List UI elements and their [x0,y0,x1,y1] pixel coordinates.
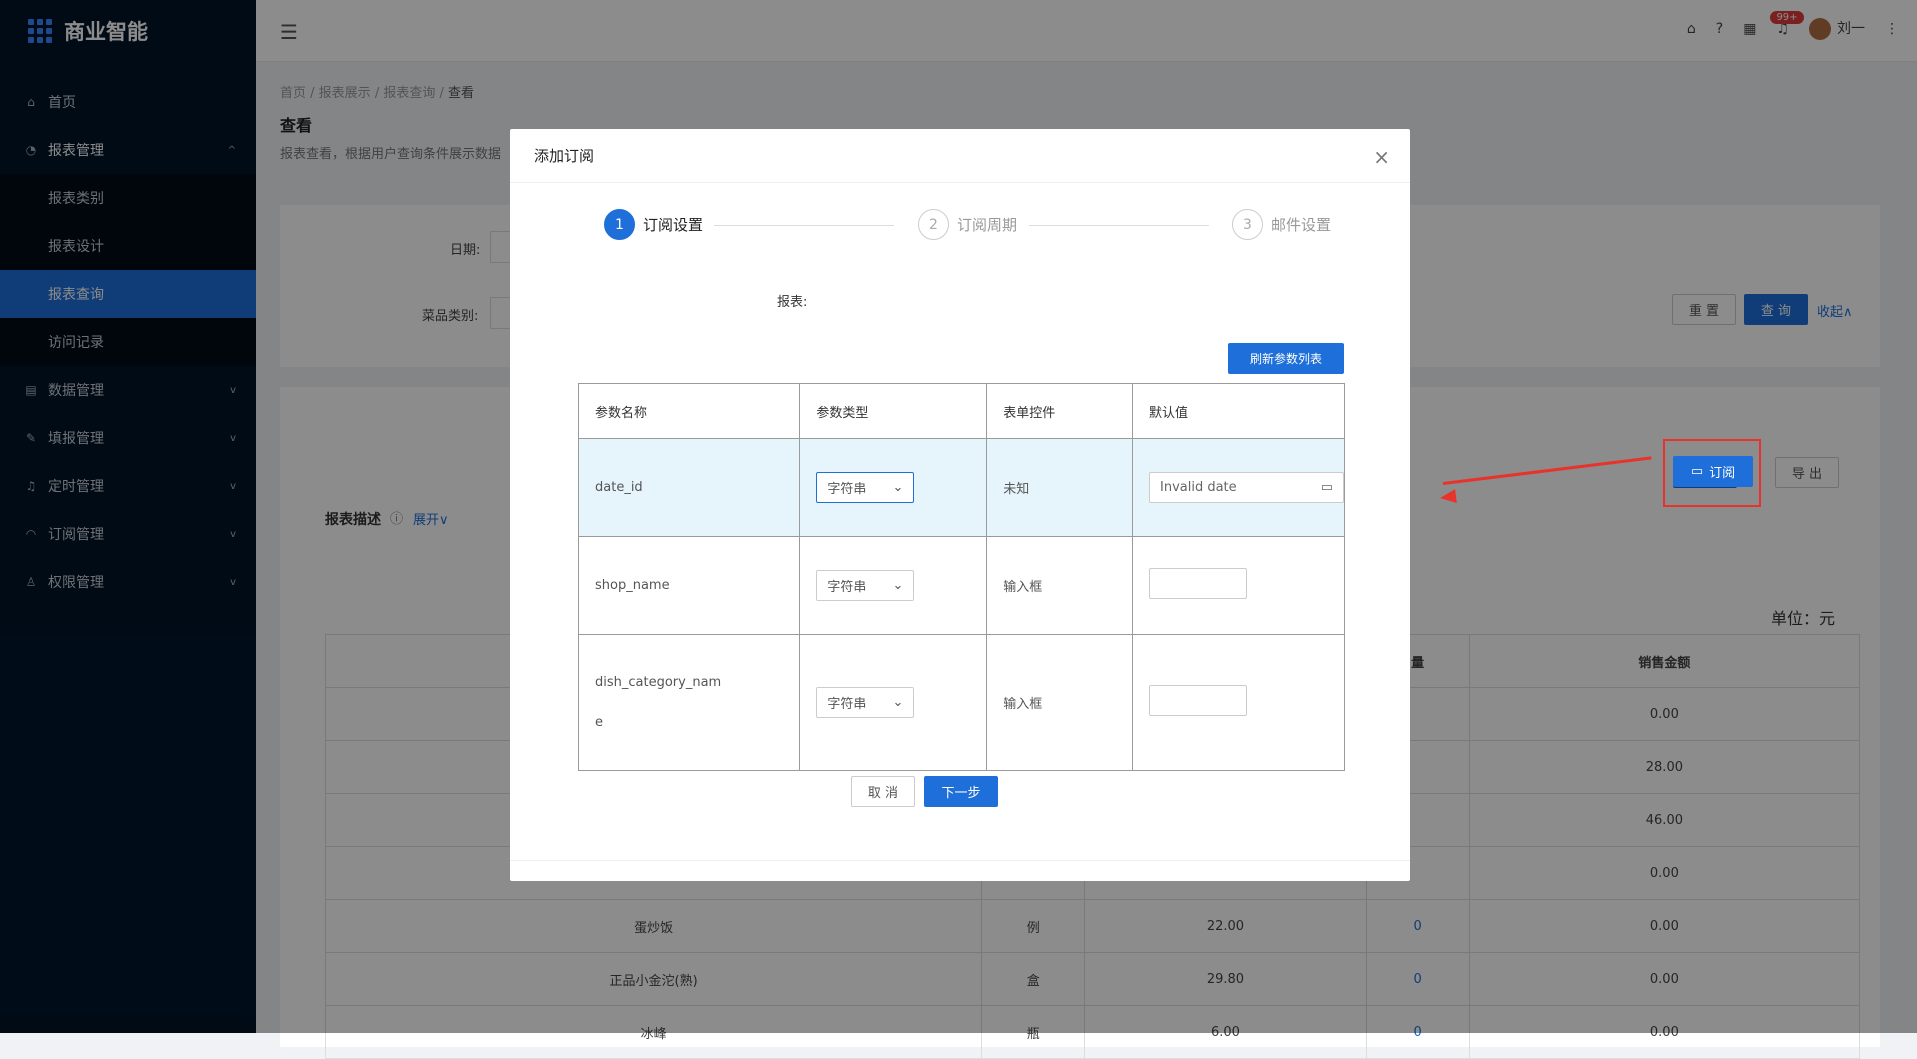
param-table-wrapper: 参数名称 参数类型 表单控件 默认值 date_id 字符串 ⌄ 未知 Inval… [578,383,1345,771]
subscribe-button-highlighted[interactable]: ▭ 订阅 [1673,456,1753,487]
step-subscription-period: 2 订阅周期 [918,209,1017,240]
param-table: 参数名称 参数类型 表单控件 默认值 date_id 字符串 ⌄ 未知 Inval… [578,383,1345,771]
calendar-icon: ▭ [1320,480,1333,495]
chevron-down-icon: ⌄ [892,480,904,495]
chevron-down-icon: ⌄ [892,578,904,593]
default-value-input[interactable] [1149,685,1247,716]
param-type-select[interactable]: 字符串 ⌄ [816,472,915,503]
param-control: 输入框 [986,634,1133,771]
param-type-select[interactable]: 字符串 ⌄ [816,687,915,718]
modal-header: 添加订阅 × [510,129,1410,183]
param-header-row: 参数名称 参数类型 表单控件 默认值 [578,383,1345,439]
param-type-cell: 字符串 ⌄ [799,438,988,537]
default-date-picker[interactable]: Invalid date ▭ [1149,472,1344,503]
default-value-input[interactable] [1149,568,1247,599]
add-subscription-modal: 添加订阅 × 1 订阅设置 2 订阅周期 3 邮件设置 报表: 刷新参数列表 参… [510,129,1410,881]
refresh-params-button[interactable]: 刷新参数列表 [1228,343,1344,374]
param-type-cell: 字符串 ⌄ [799,634,988,771]
close-icon[interactable]: × [1373,145,1390,169]
step-divider [1029,225,1209,226]
param-row: shop_name 字符串 ⌄ 输入框 [578,536,1345,635]
param-default-cell [1132,536,1345,635]
calendar-icon: ▭ [1690,464,1704,479]
param-default-cell [1132,634,1345,771]
step-email-settings: 3 邮件设置 [1232,209,1331,240]
column-header: 参数名称 [578,383,801,439]
step-subscription-settings: 1 订阅设置 [604,209,703,240]
step-label: 邮件设置 [1271,216,1332,234]
column-header: 默认值 [1132,383,1345,439]
modal-title: 添加订阅 [534,147,595,165]
step-label: 订阅设置 [643,216,704,234]
param-type-cell: 字符串 ⌄ [799,536,988,635]
param-default-cell: Invalid date ▭ [1132,438,1345,537]
step-number: 2 [918,209,949,240]
param-type-select[interactable]: 字符串 ⌄ [816,570,915,601]
param-control: 未知 [986,438,1133,537]
next-step-button[interactable]: 下一步 [924,776,998,807]
column-header: 参数类型 [799,383,988,439]
param-row: date_id 字符串 ⌄ 未知 Invalid date ▭ [578,438,1345,537]
step-label: 订阅周期 [957,216,1018,234]
step-divider [714,225,894,226]
param-row: dish_category_nam e 字符串 ⌄ 输入框 [578,634,1345,771]
param-name: date_id [578,438,801,537]
param-control: 输入框 [986,536,1133,635]
column-header: 表单控件 [986,383,1133,439]
param-name: shop_name [578,536,801,635]
chevron-down-icon: ⌄ [892,695,904,710]
report-label: 报表: [777,295,808,310]
steps: 1 订阅设置 2 订阅周期 3 邮件设置 [594,209,1334,243]
step-number: 3 [1232,209,1263,240]
step-number: 1 [604,209,635,240]
param-name: dish_category_nam e [578,634,801,771]
modal-footer-divider [510,860,1410,861]
cancel-button[interactable]: 取 消 [851,776,915,807]
annotation-arrow-head [1439,489,1457,505]
